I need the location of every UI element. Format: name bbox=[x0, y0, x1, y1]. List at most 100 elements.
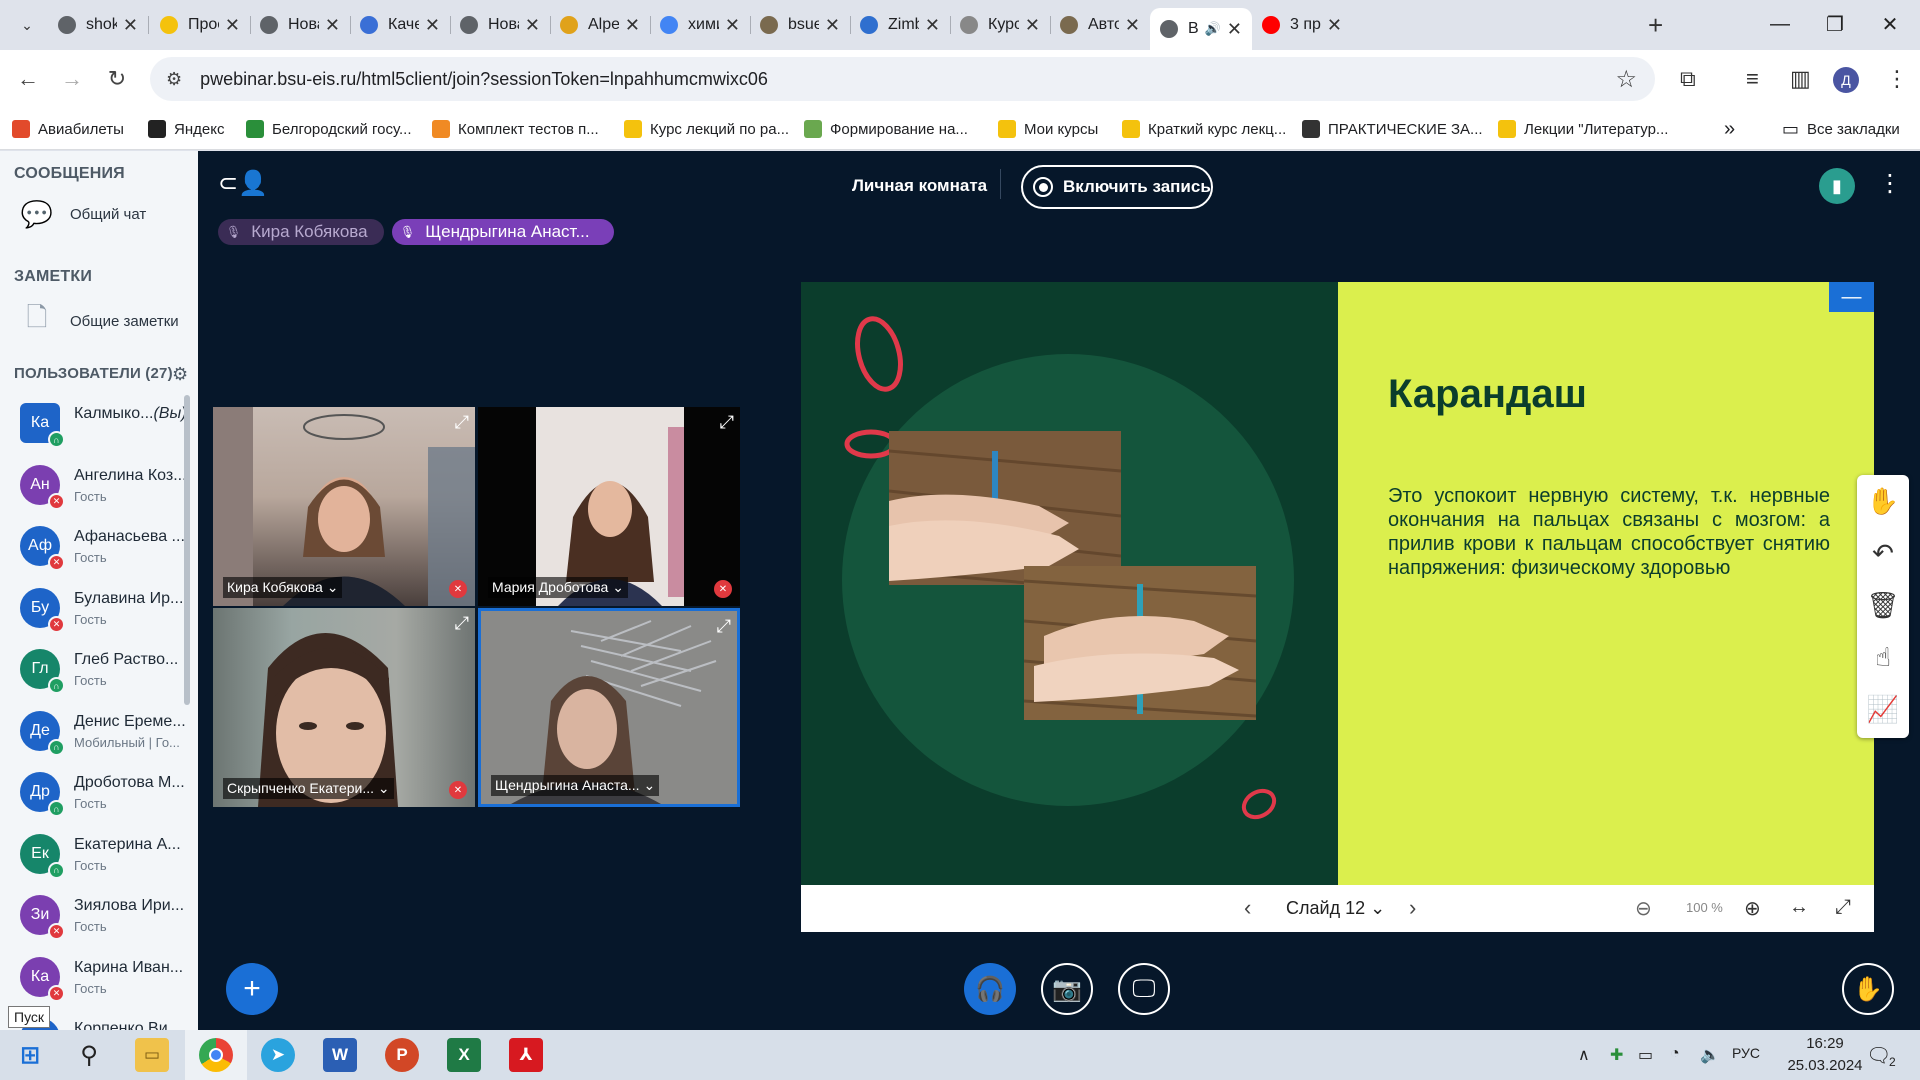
talking-indicator[interactable]: 🎙 Кира Кобякова bbox=[218, 219, 384, 245]
video-username[interactable]: Кира Кобякова ⌄ bbox=[223, 577, 343, 598]
address-bar[interactable]: ⚙ pwebinar.bsu-eis.ru/html5client/join?s… bbox=[150, 57, 1655, 101]
video-username[interactable]: Скрыпченко Екатери... ⌄ bbox=[223, 778, 394, 799]
user-list-item[interactable]: Ка ✕ Карина Иван... Гость bbox=[20, 951, 190, 1009]
tab-audio-icon[interactable]: 🔊 bbox=[1205, 21, 1221, 37]
video-camera-off-button[interactable]: 📷 bbox=[1041, 963, 1093, 1015]
chrome-app-icon[interactable] bbox=[199, 1038, 233, 1072]
tab-close-icon[interactable]: ✕ bbox=[1125, 15, 1140, 36]
tab-search-chevron-icon[interactable]: ⌄ bbox=[14, 12, 40, 38]
tab-close-icon[interactable]: ✕ bbox=[1227, 19, 1242, 40]
whiteboard-chart-icon[interactable]: 📈 bbox=[1857, 683, 1909, 735]
clock-date[interactable]: 25.03.2024 bbox=[1778, 1057, 1872, 1074]
browser-tab[interactable]: shokс ✕ bbox=[48, 8, 148, 42]
reload-icon[interactable]: ↻ bbox=[103, 65, 131, 93]
tab-close-icon[interactable]: ✕ bbox=[425, 15, 440, 36]
expand-video-icon[interactable]: ⤢ bbox=[455, 412, 469, 433]
browser-tab[interactable]: Нова ✕ bbox=[450, 8, 550, 42]
bookmark-item[interactable]: Лекции "Литератур... bbox=[1498, 117, 1668, 141]
tray-overflow-chevron-icon[interactable]: ∧ bbox=[1578, 1045, 1590, 1065]
expand-video-icon[interactable]: ⤢ bbox=[720, 412, 734, 433]
tray-app-icon[interactable]: ✚ bbox=[1610, 1045, 1623, 1065]
minimize-window-icon[interactable]: — bbox=[1750, 6, 1810, 42]
browser-tab[interactable]: bsue ✕ bbox=[750, 8, 850, 42]
multi-user-pointer-icon[interactable]: ☝ bbox=[1857, 631, 1909, 683]
raise-hand-button[interactable]: ✋ bbox=[1842, 963, 1894, 1015]
bookmark-item[interactable]: ПРАКТИЧЕСКИЕ ЗА... bbox=[1302, 117, 1483, 141]
browser-tab[interactable]: Прое ✕ bbox=[150, 8, 250, 42]
tab-close-icon[interactable]: ✕ bbox=[625, 15, 640, 36]
video-username[interactable]: Щендрыгина Анаста... ⌄ bbox=[491, 775, 660, 796]
video-username[interactable]: Мария Дроботова ⌄ bbox=[488, 577, 628, 598]
slide-number-select[interactable]: Слайд 12 ⌄ bbox=[1286, 898, 1385, 919]
tab-close-icon[interactable]: ✕ bbox=[925, 15, 940, 36]
tab-close-icon[interactable]: ✕ bbox=[525, 15, 540, 36]
toggle-user-list-icon[interactable]: ⊂👤 bbox=[218, 169, 268, 198]
tab-close-icon[interactable]: ✕ bbox=[1327, 15, 1342, 36]
close-window-icon[interactable]: ✕ bbox=[1860, 6, 1920, 42]
user-settings-gear-icon[interactable]: ⚙ bbox=[172, 364, 188, 385]
acrobat-app-icon[interactable]: ⅄ bbox=[509, 1038, 543, 1072]
bookmark-item[interactable]: Формирование на... bbox=[804, 117, 968, 141]
expand-video-icon[interactable]: ⤢ bbox=[717, 616, 731, 637]
notification-center-icon[interactable]: 🗨 bbox=[1866, 1043, 1891, 1068]
bookmark-item[interactable]: Авиабилеты bbox=[12, 117, 124, 141]
bookmark-item[interactable]: Комплект тестов п... bbox=[432, 117, 599, 141]
tab-close-icon[interactable]: ✕ bbox=[725, 15, 740, 36]
excel-app-icon[interactable]: X bbox=[447, 1038, 481, 1072]
user-list-item[interactable]: Аф ✕ Афанасьева ... Гость bbox=[20, 520, 190, 578]
record-button[interactable]: Включить запись bbox=[1021, 165, 1213, 209]
public-chat-item[interactable]: 💬 Общий чат bbox=[20, 199, 146, 230]
tab-close-icon[interactable]: ✕ bbox=[1025, 15, 1040, 36]
video-tile[interactable]: ⤢ Скрыпченко Екатери... ⌄ ✕ bbox=[213, 608, 475, 807]
user-list-item[interactable]: Ка ∩ Калмыко...(Вы) bbox=[20, 397, 190, 455]
undo-icon[interactable]: ↶ bbox=[1857, 527, 1909, 579]
browser-tab[interactable]: хими ✕ bbox=[650, 8, 750, 42]
pan-hand-icon[interactable]: ✋ bbox=[1857, 475, 1909, 527]
browser-menu-icon[interactable]: ⋮ bbox=[1886, 66, 1908, 92]
wifi-icon[interactable]: ◔ bbox=[1670, 1045, 1680, 1063]
browser-tab[interactable]: Alper ✕ bbox=[550, 8, 650, 42]
search-magnifier-icon[interactable]: ⚲ bbox=[72, 1038, 106, 1072]
video-tile[interactable]: ⤢ Кира Кобякова ⌄ ✕ bbox=[213, 407, 475, 606]
bookmarks-overflow-icon[interactable]: » bbox=[1724, 117, 1735, 141]
user-list-item[interactable]: Др ∩ Дроботова М... Гость bbox=[20, 766, 190, 824]
bookmark-item[interactable]: Краткий курс лекц... bbox=[1122, 117, 1286, 141]
fit-width-icon[interactable]: ↔ bbox=[1789, 896, 1809, 919]
browser-tab-active[interactable]: В 🔊 ✕ bbox=[1150, 8, 1252, 50]
clear-trash-icon[interactable]: 🗑 bbox=[1857, 579, 1909, 631]
browser-tab[interactable]: Курс ✕ bbox=[950, 8, 1050, 42]
shared-notes-item[interactable]: 🗋 Общие заметки bbox=[20, 299, 179, 343]
language-indicator[interactable]: РУС bbox=[1732, 1045, 1760, 1061]
tab-close-icon[interactable]: ✕ bbox=[325, 15, 340, 36]
expand-video-icon[interactable]: ⤢ bbox=[455, 613, 469, 634]
options-menu-icon[interactable]: ⋮ bbox=[1878, 169, 1902, 198]
file-explorer-icon[interactable]: ▭ bbox=[135, 1038, 169, 1072]
video-tile[interactable]: ⤢ Мария Дроботова ⌄ ✕ bbox=[478, 407, 740, 606]
new-tab-plus-icon[interactable]: + bbox=[1648, 10, 1663, 41]
user-list-item[interactable]: Гл ∩ Глеб Раство... Гость bbox=[20, 643, 190, 701]
bookmark-item[interactable]: Белгородский госу... bbox=[246, 117, 412, 141]
extensions-puzzle-icon[interactable]: ⧉ bbox=[1680, 66, 1696, 92]
media-controls-icon[interactable]: ≡ bbox=[1746, 66, 1759, 92]
tab-close-icon[interactable]: ✕ bbox=[123, 15, 138, 36]
user-list-item[interactable]: Ан ✕ Ангелина Коз... Гость bbox=[20, 459, 190, 517]
powerpoint-app-icon[interactable]: P bbox=[385, 1038, 419, 1072]
connection-status-icon[interactable]: ▮ bbox=[1819, 168, 1855, 204]
zoom-in-icon[interactable]: ⊕ bbox=[1744, 896, 1761, 921]
clock-time[interactable]: 16:29 bbox=[1794, 1035, 1856, 1052]
talking-indicator[interactable]: 🎙 Щендрыгина Анаст... bbox=[392, 219, 614, 245]
actions-plus-button[interactable]: + bbox=[226, 963, 278, 1015]
user-list-item[interactable]: Ек ∩ Екатерина А... Гость bbox=[20, 828, 190, 886]
all-bookmarks-folder[interactable]: ▭ Все закладки bbox=[1782, 117, 1900, 141]
site-settings-icon[interactable]: ⚙ bbox=[166, 69, 182, 90]
bookmark-item[interactable]: Курс лекций по ра... bbox=[624, 117, 789, 141]
battery-icon[interactable]: ▭ bbox=[1638, 1045, 1653, 1065]
word-app-icon[interactable]: W bbox=[323, 1038, 357, 1072]
browser-tab[interactable]: Каче ✕ bbox=[350, 8, 450, 42]
audio-headphones-button[interactable]: 🎧 bbox=[964, 963, 1016, 1015]
volume-icon[interactable]: 🔈 bbox=[1700, 1045, 1720, 1065]
browser-tab[interactable]: Авто ✕ bbox=[1050, 8, 1150, 42]
profile-avatar[interactable]: Д bbox=[1833, 67, 1859, 93]
tab-close-icon[interactable]: ✕ bbox=[225, 15, 240, 36]
back-arrow-icon[interactable]: ← bbox=[14, 65, 42, 93]
